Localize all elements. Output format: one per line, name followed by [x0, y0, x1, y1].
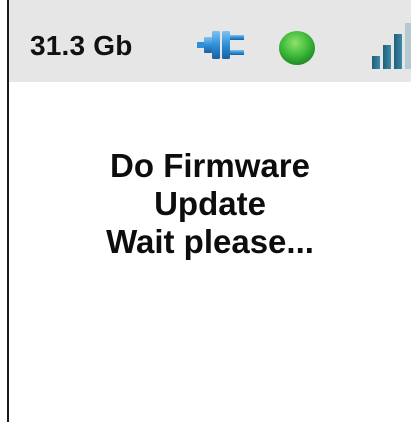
signal-strength-icon: [372, 23, 411, 69]
status-bar: 31.3 Gb: [9, 0, 411, 82]
message-line-1: Do Firmware: [110, 147, 310, 184]
firmware-update-message: Do Firmware Update Wait please...: [9, 147, 411, 261]
message-line-2: Update: [154, 185, 266, 222]
device-screen: 31.3 Gb Do Firmware Update Wait please..…: [0, 0, 411, 422]
status-indicator-dot: [279, 31, 315, 65]
data-usage-label: 31.3 Gb: [30, 30, 133, 61]
message-line-3: Wait please...: [106, 223, 314, 260]
plug-icon: [197, 31, 244, 59]
